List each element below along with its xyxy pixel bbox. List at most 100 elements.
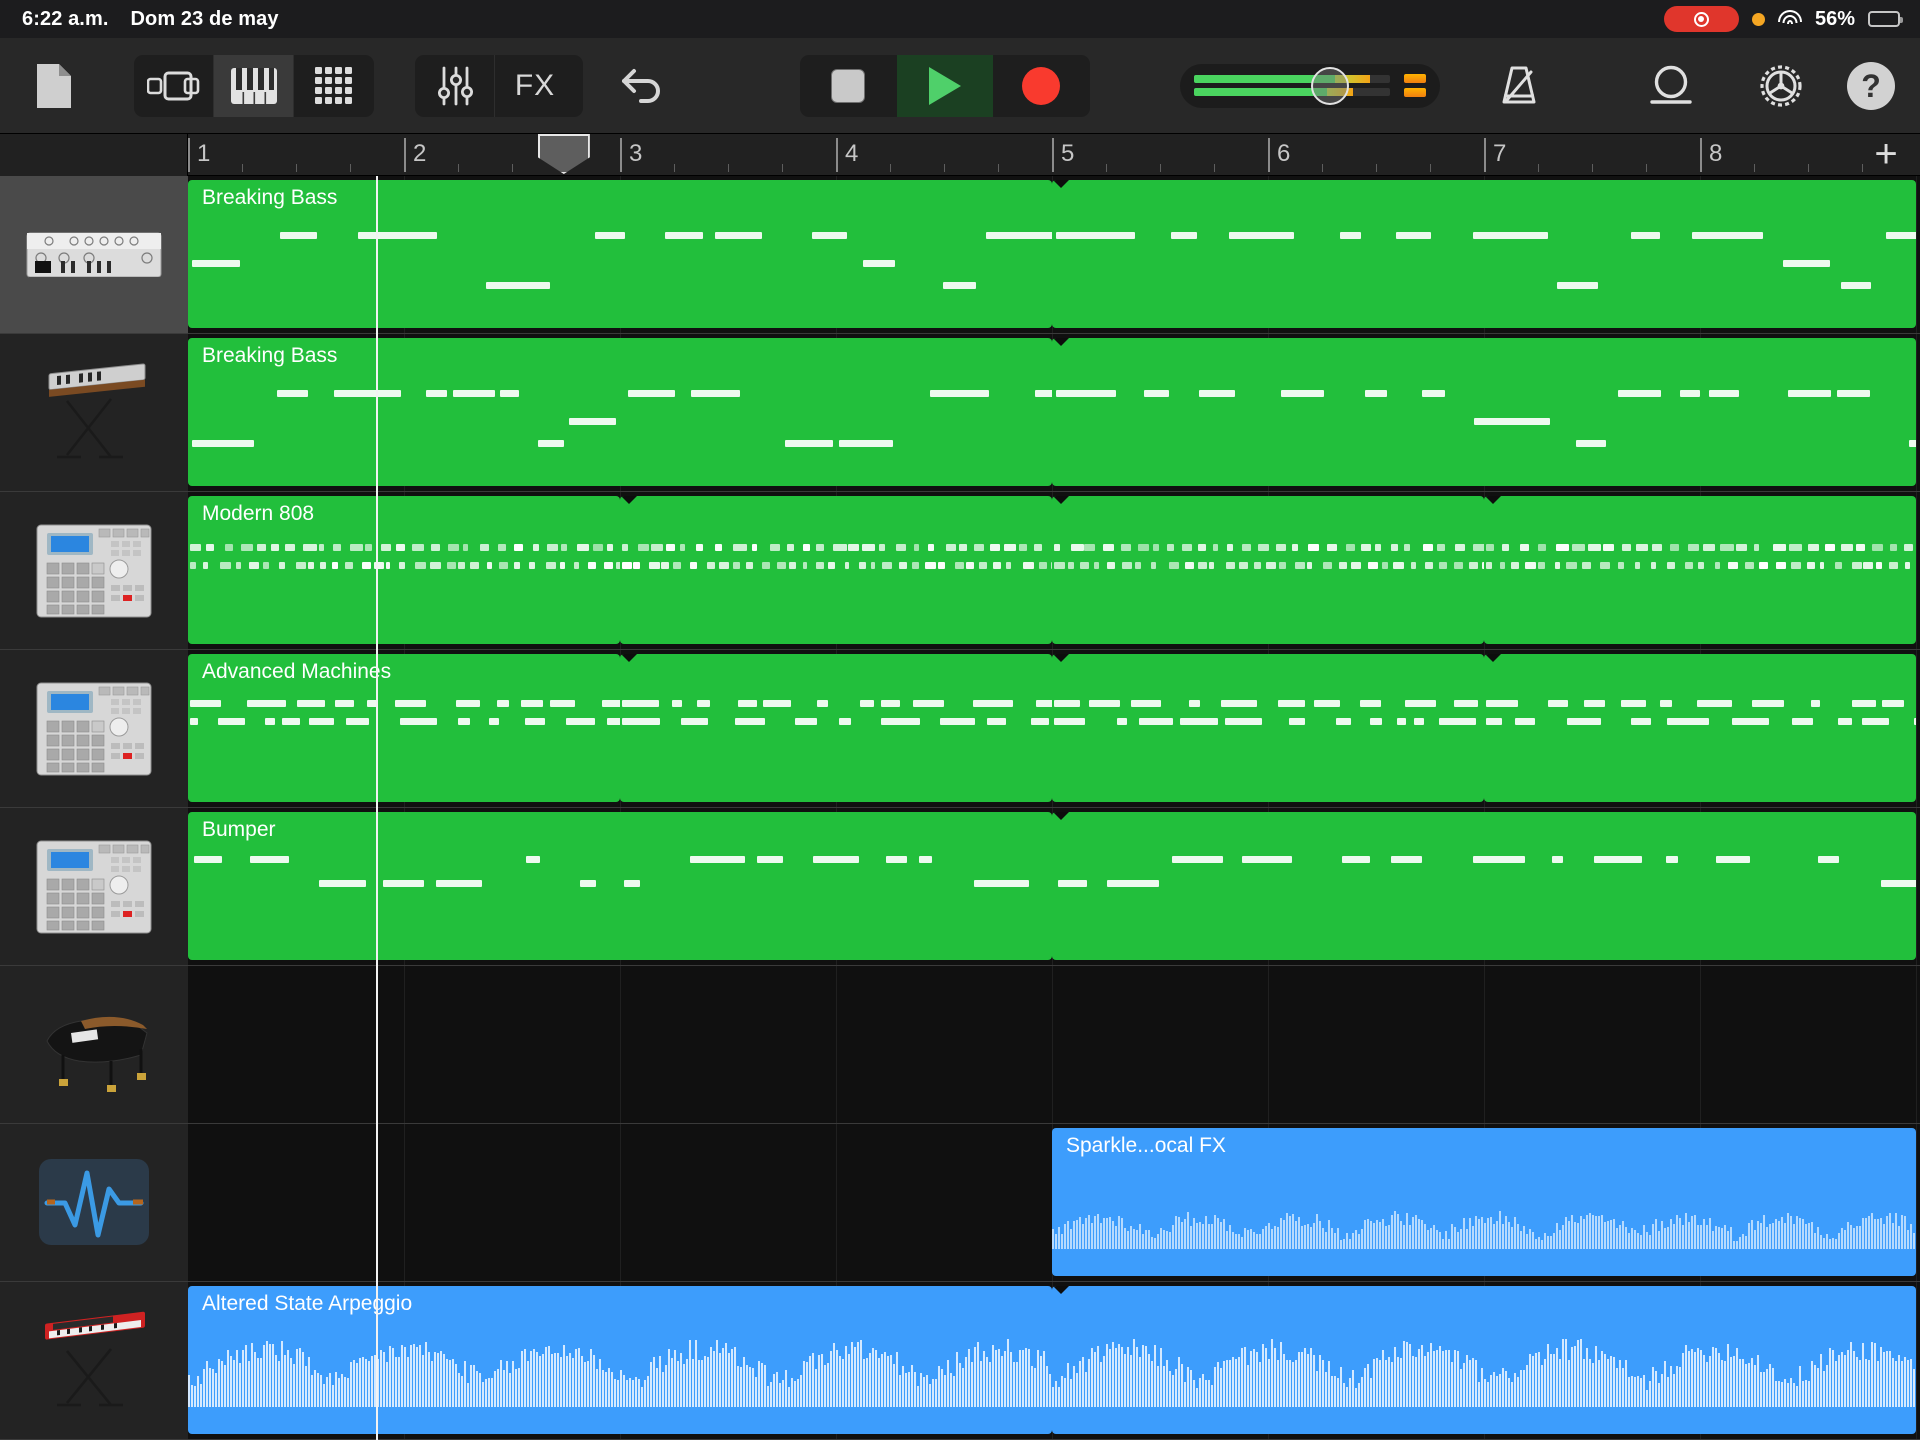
track-lane[interactable]: Altered State Arpeggio bbox=[188, 1282, 1920, 1440]
audio-region[interactable] bbox=[1052, 1286, 1916, 1434]
midi-note bbox=[1438, 718, 1477, 725]
mixer-button[interactable] bbox=[415, 54, 495, 117]
midi-note bbox=[1538, 562, 1546, 569]
midi-region[interactable]: Modern 808 bbox=[188, 496, 620, 644]
waveform-bar bbox=[1295, 1221, 1297, 1250]
midi-region[interactable] bbox=[1052, 338, 1916, 486]
track-header[interactable] bbox=[0, 176, 188, 334]
play-button[interactable] bbox=[896, 54, 994, 117]
midi-region[interactable]: Bumper bbox=[188, 812, 1052, 960]
lane-gridline bbox=[620, 966, 621, 1123]
track-header[interactable] bbox=[0, 1124, 188, 1282]
region-note-grid bbox=[1052, 846, 1916, 960]
grid-view-button[interactable] bbox=[294, 55, 374, 117]
midi-note bbox=[986, 232, 1052, 239]
waveform-bar bbox=[1133, 1339, 1135, 1408]
waveform-bar bbox=[1223, 1361, 1225, 1408]
help-button[interactable]: ? bbox=[1845, 60, 1897, 112]
track-lane[interactable]: Breaking Bass bbox=[188, 176, 1920, 334]
midi-note bbox=[1856, 544, 1866, 551]
waveform-bar bbox=[986, 1357, 988, 1408]
waveform-bar bbox=[1685, 1345, 1687, 1408]
track-lane[interactable] bbox=[188, 966, 1920, 1124]
meter-left-channel bbox=[1194, 75, 1390, 83]
master-volume-knob[interactable] bbox=[1311, 66, 1349, 105]
track-header[interactable] bbox=[0, 492, 188, 650]
add-track-button[interactable]: + bbox=[1866, 134, 1906, 175]
master-volume-meter[interactable] bbox=[1180, 63, 1440, 108]
waveform-bar bbox=[1418, 1218, 1420, 1250]
waveform-bar bbox=[1199, 1377, 1201, 1408]
gear-icon[interactable] bbox=[1755, 60, 1807, 112]
audio-region[interactable]: Altered State Arpeggio bbox=[188, 1286, 1052, 1434]
midi-note bbox=[560, 544, 568, 551]
waveform-bar bbox=[1427, 1351, 1429, 1408]
cycle-loop-icon[interactable] bbox=[1645, 62, 1699, 110]
tracks-view-button[interactable] bbox=[134, 54, 214, 117]
track-lane[interactable]: Breaking Bass bbox=[188, 334, 1920, 492]
midi-note bbox=[672, 562, 681, 569]
waveform-bar bbox=[1145, 1230, 1147, 1250]
waveform-bar bbox=[290, 1358, 292, 1408]
midi-region[interactable]: Breaking Bass bbox=[188, 180, 1052, 328]
midi-region[interactable] bbox=[1052, 180, 1916, 328]
waveform-bar bbox=[863, 1359, 865, 1408]
waveform-bar bbox=[1502, 1368, 1504, 1408]
waveform-bar bbox=[518, 1368, 520, 1408]
waveform-bar bbox=[485, 1379, 487, 1408]
track-header[interactable] bbox=[0, 334, 188, 492]
midi-region[interactable] bbox=[1052, 812, 1916, 960]
midi-note bbox=[470, 562, 480, 569]
waveform-bar bbox=[1451, 1362, 1453, 1408]
metronome-icon[interactable] bbox=[1495, 62, 1543, 110]
lane-gridline bbox=[1916, 966, 1917, 1123]
track-header[interactable] bbox=[0, 966, 188, 1124]
waveform-bar bbox=[1262, 1344, 1264, 1408]
region-name-label: Bumper bbox=[202, 818, 276, 841]
waveform-bar bbox=[1370, 1377, 1372, 1408]
my-songs-document-icon[interactable] bbox=[34, 62, 74, 110]
midi-region[interactable]: Advanced Machines bbox=[188, 654, 620, 802]
midi-note bbox=[1351, 562, 1362, 569]
undo-button[interactable] bbox=[620, 65, 666, 107]
record-button[interactable] bbox=[993, 55, 1090, 117]
waveform-bar bbox=[1253, 1348, 1255, 1408]
fx-button[interactable]: FX bbox=[495, 55, 575, 117]
waveform-bar bbox=[1673, 1223, 1675, 1250]
waveform-bar bbox=[743, 1357, 745, 1408]
track-lane[interactable]: Modern 808 bbox=[188, 492, 1920, 650]
midi-region[interactable] bbox=[620, 496, 1052, 644]
screen-recording-icon[interactable] bbox=[1663, 6, 1739, 32]
track-header[interactable] bbox=[0, 650, 188, 808]
waveform-bar bbox=[1154, 1345, 1156, 1408]
track-lane[interactable]: Advanced Machines bbox=[188, 650, 1920, 808]
waveform-bar bbox=[1640, 1378, 1642, 1408]
midi-region[interactable] bbox=[620, 654, 1052, 802]
midi-region[interactable] bbox=[1052, 496, 1484, 644]
timeline-ruler[interactable]: 1 2 3 4 5 6 7 8 + bbox=[0, 134, 1920, 176]
audio-region[interactable]: Sparkle...ocal FX bbox=[1052, 1128, 1916, 1276]
track-header[interactable] bbox=[0, 1282, 188, 1440]
track-header[interactable] bbox=[0, 808, 188, 966]
midi-note bbox=[488, 718, 500, 725]
waveform-bar bbox=[1655, 1371, 1657, 1408]
waveform-bar bbox=[812, 1353, 814, 1408]
track-lane[interactable]: Bumper bbox=[188, 808, 1920, 966]
midi-region[interactable] bbox=[1484, 654, 1916, 802]
waveform-bar bbox=[1394, 1346, 1396, 1408]
midi-region[interactable] bbox=[1052, 654, 1484, 802]
waveform-bar bbox=[710, 1347, 712, 1408]
stop-button[interactable] bbox=[800, 55, 897, 117]
ruler-sub-tick bbox=[1322, 164, 1323, 172]
midi-note bbox=[1665, 856, 1679, 863]
midi-note bbox=[665, 232, 704, 239]
waveform-bar bbox=[1193, 1380, 1195, 1408]
midi-region[interactable]: Breaking Bass bbox=[188, 338, 1052, 486]
midi-region[interactable] bbox=[1484, 496, 1916, 644]
track-lane[interactable]: Sparkle...ocal FX bbox=[188, 1124, 1920, 1282]
waveform-bar bbox=[1808, 1223, 1810, 1250]
view-mode-segmented-control[interactable] bbox=[134, 54, 374, 117]
waveform-bar bbox=[1760, 1371, 1762, 1408]
midi-note bbox=[1851, 562, 1863, 569]
keyboard-view-button[interactable] bbox=[214, 54, 294, 117]
